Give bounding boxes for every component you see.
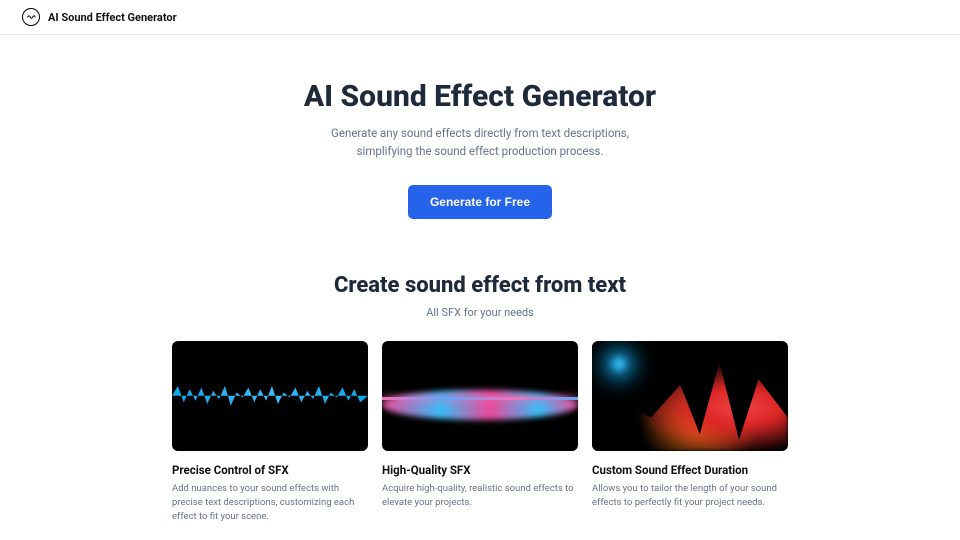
- features-subtitle: All SFX for your needs: [0, 306, 960, 319]
- waveform-blue-image: [172, 341, 368, 451]
- feature-card-title: Precise Control of SFX: [172, 463, 368, 477]
- waveform-neon-image: [382, 341, 578, 451]
- features-section: Create sound effect from text All SFX fo…: [0, 263, 960, 525]
- feature-card: Precise Control of SFX Add nuances to yo…: [172, 341, 368, 525]
- feature-card-title: High-Quality SFX: [382, 463, 578, 477]
- sound-wave-icon: [22, 8, 40, 26]
- feature-card-title: Custom Sound Effect Duration: [592, 463, 788, 477]
- feature-card: High-Quality SFX Acquire high-quality, r…: [382, 341, 578, 525]
- hero-title: AI Sound Effect Generator: [0, 79, 960, 114]
- hero-section: AI Sound Effect Generator Generate any s…: [0, 35, 960, 263]
- features-title: Create sound effect from text: [0, 273, 960, 298]
- feature-card: Custom Sound Effect Duration Allows you …: [592, 341, 788, 525]
- waveform-red-image: [592, 341, 788, 451]
- generate-free-button[interactable]: Generate for Free: [408, 185, 552, 219]
- header: AI Sound Effect Generator: [0, 0, 960, 35]
- feature-card-desc: Allows you to tailor the length of your …: [592, 482, 788, 511]
- brand-name: AI Sound Effect Generator: [48, 11, 177, 24]
- hero-subtitle-line1: Generate any sound effects directly from…: [0, 124, 960, 142]
- feature-cards: Precise Control of SFX Add nuances to yo…: [0, 341, 960, 525]
- hero-subtitle-line2: simplifying the sound effect production …: [0, 142, 960, 160]
- feature-card-desc: Add nuances to your sound effects with p…: [172, 482, 368, 525]
- feature-card-desc: Acquire high-quality, realistic sound ef…: [382, 482, 578, 511]
